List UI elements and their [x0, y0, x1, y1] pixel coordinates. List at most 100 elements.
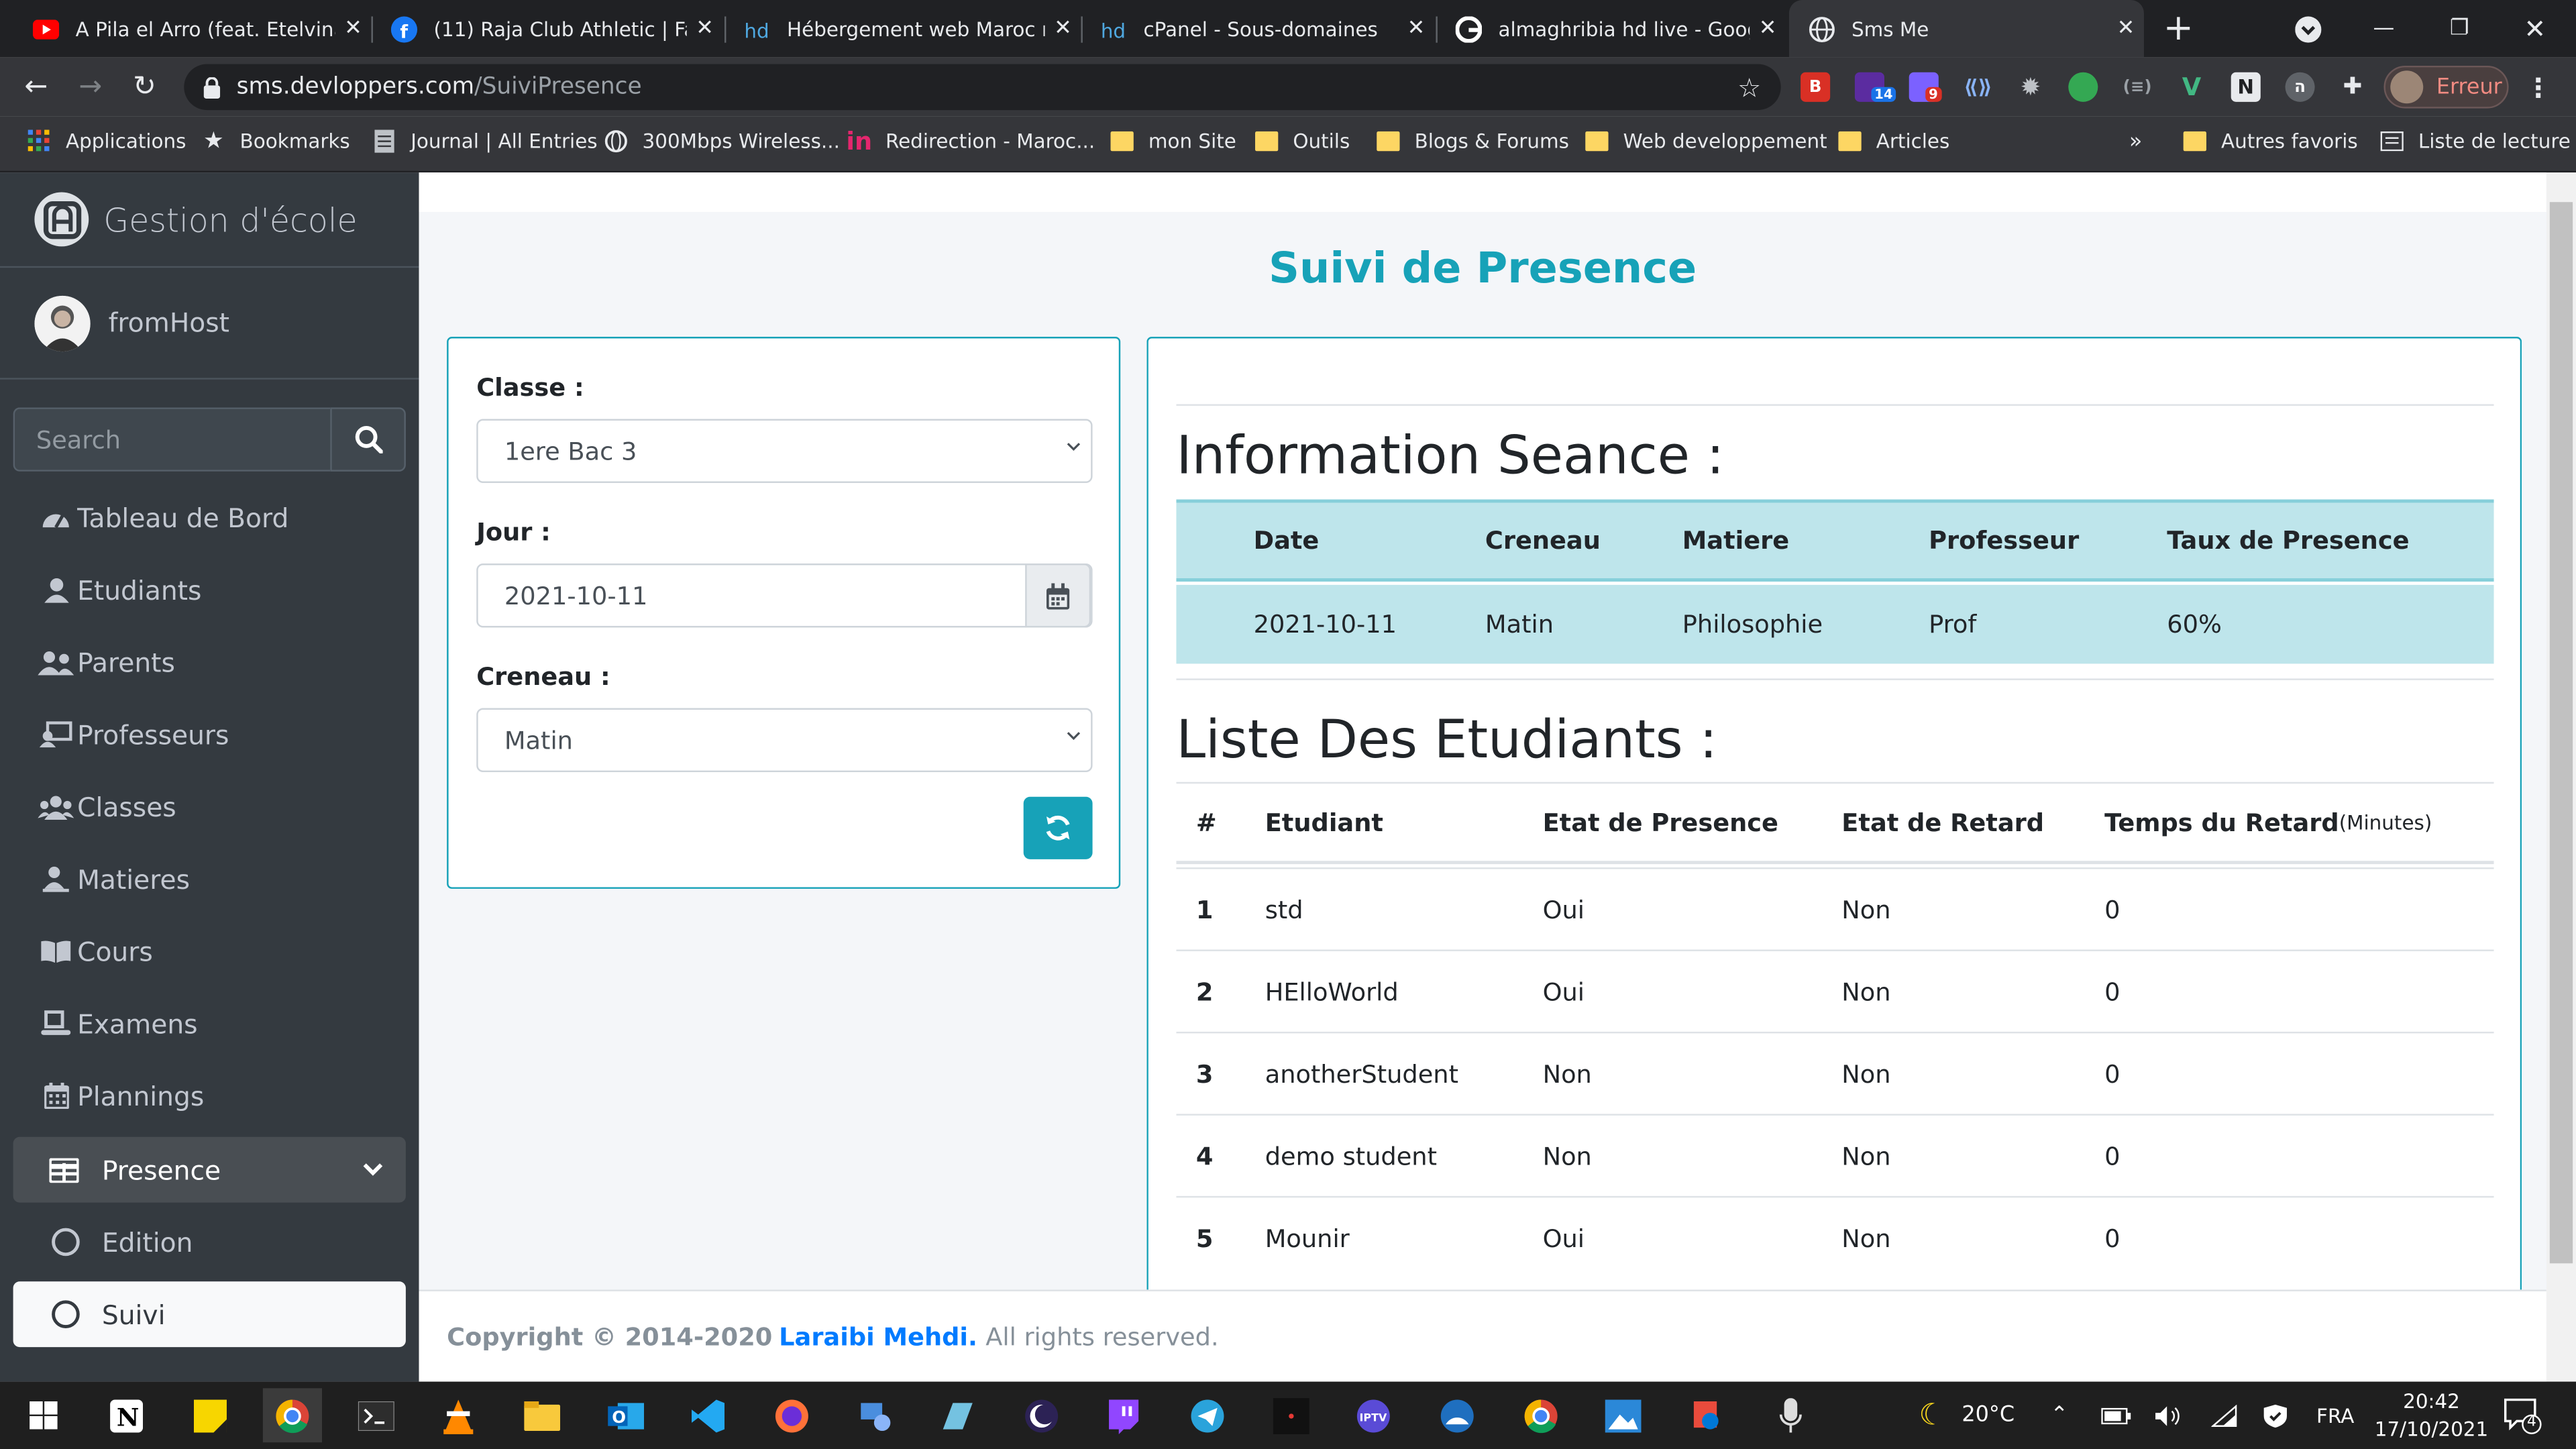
weather-widget[interactable]: ☾ 20°C [1919, 1382, 2015, 1449]
clock[interactable]: 20:42 17/10/2021 [2375, 1382, 2488, 1449]
tab-facebook[interactable]: f (11) Raja Club Athletic | Face ✕ [371, 0, 722, 58]
tab-youtube[interactable]: A Pila el Arro (feat. Etelvina ✕ [13, 0, 372, 58]
extension-icon[interactable] [2068, 72, 2098, 102]
back-icon[interactable]: ← [15, 66, 58, 109]
sidebar-item-parents[interactable]: Parents [13, 629, 406, 695]
twitch-app-icon[interactable] [1094, 1388, 1153, 1442]
bookmark-mon-site[interactable]: mon Site [1109, 117, 1236, 166]
classe-select[interactable]: 1ere Bac 3 [476, 419, 1093, 483]
photos-app-icon[interactable] [1594, 1388, 1653, 1442]
telegram-app-icon[interactable] [1178, 1388, 1237, 1442]
vue-extension-icon[interactable]: V [2177, 72, 2206, 102]
app-icon[interactable] [1262, 1388, 1321, 1442]
pdf-extension-icon[interactable]: B [1801, 72, 1831, 102]
microphone-icon[interactable] [1761, 1388, 1820, 1442]
app-icon[interactable] [1677, 1388, 1736, 1442]
notion-extension-icon[interactable]: N [2231, 72, 2261, 102]
page-scrollbar[interactable] [2546, 172, 2576, 1382]
tab-sms-me[interactable]: Sms Me ✕ [1788, 0, 2144, 58]
bookmark-star-icon[interactable]: ☆ [1737, 72, 1761, 104]
close-icon[interactable]: ✕ [335, 16, 372, 41]
bookmark-journal[interactable]: Journal | All Entries [371, 117, 598, 166]
notifications-icon[interactable]: 4 [2504, 1382, 2543, 1449]
search-input[interactable]: Search [13, 407, 331, 472]
reading-list-button[interactable]: Liste de lecture [2379, 117, 2571, 166]
brand-link[interactable]: Gestion d'école [0, 172, 419, 268]
window-close-icon[interactable]: ✕ [2497, 0, 2573, 58]
close-icon[interactable]: ✕ [1398, 16, 1434, 41]
bookmark-blogs-forums[interactable]: Blogs & Forums [1375, 117, 1569, 166]
bookmark-applications[interactable]: Applications [26, 117, 186, 166]
sidebar-item-etudiants[interactable]: Etudiants [13, 557, 406, 623]
restore-icon[interactable]: ❐ [2422, 0, 2498, 58]
bookmark-web-dev[interactable]: Web developpement [1584, 117, 1827, 166]
bookmark-other-favorites[interactable]: Autres favoris [2182, 117, 2358, 166]
bookmark-bookmarks[interactable]: ★ Bookmarks [201, 117, 350, 166]
search-button[interactable] [330, 407, 406, 472]
settings-extension-icon[interactable]: ✹ [2016, 72, 2045, 102]
sidebar-item-classes[interactable]: Classes [13, 773, 406, 839]
sidebar-item-plannings[interactable]: Plannings [13, 1063, 406, 1128]
sidebar-item-examens[interactable]: Examens [13, 991, 406, 1057]
reload-icon[interactable]: ↻ [123, 66, 166, 109]
scrollbar-thumb[interactable] [2549, 202, 2573, 1264]
address-bar[interactable]: sms.devloppers.com/SuiviPresence ☆ [184, 64, 1781, 111]
extension-icon[interactable]: 9 [1909, 72, 1941, 102]
sidebar-subitem-suivi[interactable]: Suivi [13, 1281, 406, 1348]
calendar-button[interactable] [1025, 564, 1091, 628]
tab-search-icon[interactable] [2270, 0, 2346, 58]
volume-icon[interactable] [2154, 1382, 2184, 1449]
bookmark-redirection[interactable]: in Redirection - Maroc... [846, 117, 1095, 166]
refresh-button[interactable] [1023, 796, 1093, 859]
tab-hebergement[interactable]: hd Hébergement web Maroc n ✕ [724, 0, 1081, 58]
tab-cpanel[interactable]: hd cPanel - Sous-domaines ✕ [1081, 0, 1434, 58]
bookmark-outils[interactable]: Outils [1254, 117, 1350, 166]
bookmark-articles[interactable]: Articles [1837, 117, 1949, 166]
menu-kebab-icon[interactable]: ⋮ [2524, 72, 2553, 103]
windows-start-icon[interactable] [13, 1388, 72, 1442]
terminal-app-icon[interactable] [347, 1388, 406, 1442]
close-icon[interactable]: ✕ [2108, 16, 2144, 41]
forward-icon[interactable]: → [69, 66, 112, 109]
jour-date-input[interactable]: 2021-10-11 [476, 564, 1093, 628]
sticky-notes-icon[interactable] [180, 1388, 239, 1442]
extension-icon[interactable]: 14 [1854, 72, 1896, 102]
chrome-app-icon[interactable] [1511, 1388, 1570, 1442]
minimize-icon[interactable]: — [2346, 0, 2422, 58]
new-tab-plus-icon[interactable]: + [2144, 0, 2213, 58]
extensions-puzzle-icon[interactable]: ✚ [2338, 72, 2367, 102]
app-icon[interactable] [1428, 1388, 1487, 1442]
sidebar-item-cours[interactable]: Cours [13, 918, 406, 984]
network-app-icon[interactable] [846, 1388, 905, 1442]
creneau-select[interactable]: Matin [476, 708, 1093, 773]
bookmark-wireless[interactable]: 300Mbps Wireless... [603, 117, 840, 166]
sidebar-item-matieres[interactable]: Matieres [13, 846, 406, 912]
close-icon[interactable]: ✕ [1045, 16, 1081, 41]
bookmarks-overflow-button[interactable]: » [2129, 117, 2143, 166]
input-language[interactable]: FRA [2316, 1382, 2354, 1449]
sidebar-subitem-edition[interactable]: Edition [13, 1209, 406, 1275]
vlc-app-icon[interactable] [429, 1388, 488, 1442]
chrome-app-icon[interactable] [262, 1388, 322, 1443]
app-icon[interactable] [928, 1388, 987, 1442]
outlook-app-icon[interactable]: O [596, 1388, 655, 1442]
file-explorer-icon[interactable] [513, 1388, 572, 1442]
sidebar-item-professeurs[interactable]: Professeurs [13, 702, 406, 767]
tray-chevron-up-icon[interactable]: ⌃ [2050, 1382, 2068, 1449]
sidebar-item-tableau-de-bord[interactable]: Tableau de Bord [13, 484, 406, 550]
profile-button[interactable]: Erreur [2383, 65, 2509, 109]
author-link[interactable]: Laraibi Mehdi. [779, 1322, 977, 1351]
notion-app-icon[interactable]: N [97, 1388, 156, 1442]
eclipse-app-icon[interactable] [1012, 1388, 1071, 1442]
sidebar-item-presence[interactable]: Presence [13, 1136, 406, 1203]
close-icon[interactable]: ✕ [1750, 16, 1786, 41]
vscode-app-icon[interactable] [678, 1388, 737, 1442]
battery-icon[interactable] [2101, 1382, 2131, 1449]
extension-icon[interactable]: ⟪⟫ [1964, 72, 1993, 102]
user-panel[interactable]: fromHost [0, 268, 419, 380]
wifi-icon[interactable] [2211, 1382, 2237, 1449]
firefox-app-icon[interactable] [762, 1388, 821, 1442]
tab-google[interactable]: almaghribia hd live - Googl ✕ [1436, 0, 1786, 58]
iptv-app-icon[interactable]: IPTV [1344, 1388, 1403, 1442]
extension-icon[interactable]: (≡) [2123, 72, 2152, 102]
